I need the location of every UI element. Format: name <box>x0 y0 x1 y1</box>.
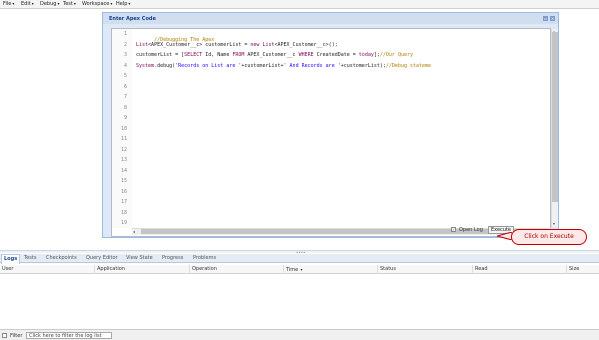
open-log-label: Open Log <box>459 227 483 233</box>
tab-progress[interactable]: Progress <box>160 254 185 263</box>
column-header-operation[interactable]: Operation <box>189 265 217 274</box>
filter-bar: Filter Click here to filter the log list <box>0 329 599 340</box>
menu-help-label: Help <box>116 1 128 7</box>
chevron-down-icon: ▾ <box>128 1 131 6</box>
menu-help[interactable]: Help▾ <box>116 1 130 7</box>
tab-checkpoints[interactable]: Checkpoints <box>44 254 79 263</box>
line-number: 5 <box>123 73 127 79</box>
line-number: 8 <box>123 104 127 111</box>
sort-desc-icon: ▾ <box>299 267 303 272</box>
code-line-3: customerList = [SELECT Id, Name FROM APE… <box>136 52 413 58</box>
line-number: 1 <box>123 31 127 37</box>
menu-test[interactable]: Test▾ <box>63 1 76 7</box>
filter-label: Filter <box>10 333 23 339</box>
apex-code-modal: Enter Apex Code ▫ × 1 2 3 4 5 6 7 8 9 10… <box>102 12 559 238</box>
code-comment: //Debug stateme <box>385 62 432 69</box>
column-header-time-label: Time <box>286 267 299 273</box>
code-text: APEX_Customer__c <box>244 52 299 58</box>
bottom-tab-bar: Logs Tests Checkpoints Query Editor View… <box>0 254 599 264</box>
line-number: 15 <box>120 178 127 184</box>
code-string: 'Records on List are ' <box>175 62 242 69</box>
code-type: List <box>259 41 275 48</box>
column-header-status[interactable]: Status <box>377 265 396 274</box>
code-keyword: FROM <box>232 52 245 58</box>
menu-edit-label: Edit <box>21 1 31 7</box>
menu-bar: File▾ Edit▾ Debug▾ Test▾ Workspace▾ Help… <box>0 0 599 9</box>
menu-workspace-label: Workspace <box>82 1 110 7</box>
vertical-scroll-thumb[interactable] <box>552 32 558 202</box>
line-number: 16 <box>120 188 127 195</box>
scroll-down-icon[interactable]: ▾ <box>553 221 555 226</box>
code-text: Id, Name <box>202 52 233 58</box>
menu-workspace[interactable]: Workspace▾ <box>82 1 112 7</box>
open-log-checkbox[interactable]: ✓ <box>451 227 456 232</box>
tab-query-editor[interactable]: Query Editor <box>84 254 120 263</box>
chevron-down-icon: ▾ <box>110 1 113 6</box>
tab-view-state[interactable]: View State <box>124 254 155 263</box>
tab-logs[interactable]: Logs <box>1 254 21 264</box>
code-text: <APEX_Customer__c>(); <box>274 41 338 48</box>
code-text: customerList = [ <box>136 52 185 58</box>
code-text: +customerList+ <box>241 62 284 69</box>
line-number: 13 <box>120 157 127 163</box>
callout-pointer <box>497 232 512 240</box>
line-number: 17 <box>120 199 127 205</box>
menu-file[interactable]: File▾ <box>3 1 14 7</box>
code-text: .debug( <box>154 62 176 69</box>
modal-title: Enter Apex Code <box>109 16 156 22</box>
line-number: 18 <box>120 209 127 216</box>
code-line-4: System.debug('Records on List are '+cust… <box>136 63 431 69</box>
code-type: System <box>136 62 155 69</box>
line-number: 14 <box>120 167 127 174</box>
line-number: 9 <box>123 115 127 121</box>
line-number: 2 <box>123 41 127 48</box>
line-number: 3 <box>123 52 127 58</box>
code-text: +customerList); <box>340 62 386 69</box>
column-header-read[interactable]: Read <box>472 265 488 274</box>
modal-header[interactable]: Enter Apex Code ▫ × <box>103 13 558 24</box>
maximize-icon[interactable]: ▫ <box>543 16 548 21</box>
filter-checkbox[interactable] <box>2 333 7 338</box>
code-keyword: SELECT <box>184 52 203 58</box>
menu-test-label: Test <box>63 1 73 7</box>
chevron-down-icon: ▾ <box>31 1 34 6</box>
menu-file-label: File <box>3 1 12 7</box>
tab-problems[interactable]: Problems <box>191 254 218 263</box>
column-header-time[interactable]: Time ▾ <box>283 265 303 274</box>
tab-tests[interactable]: Tests <box>22 254 38 263</box>
menu-debug[interactable]: Debug▾ <box>40 1 59 7</box>
code-keyword: WHERE <box>298 52 314 58</box>
code-line-2: List<APEX_Customer__c> customerList = ne… <box>136 42 338 48</box>
code-editor[interactable]: 1 2 3 4 5 6 7 8 9 10 11 12 13 14 15 16 1… <box>111 28 558 237</box>
line-number: 11 <box>120 136 127 142</box>
column-header-size[interactable]: Size <box>566 265 579 274</box>
column-header-application[interactable]: Application <box>94 265 125 274</box>
column-header-user[interactable]: User <box>0 265 13 274</box>
code-text: <APEX_Customer__c> customerList = <box>148 41 251 48</box>
code-text: CreatedDate = <box>313 52 359 58</box>
scroll-left-icon[interactable]: ◂ <box>133 229 135 234</box>
line-number: 4 <box>123 62 127 69</box>
code-comment: //Our Query <box>379 52 414 58</box>
menu-debug-label: Debug <box>40 1 57 7</box>
close-icon[interactable]: × <box>550 16 555 21</box>
log-table-header: User Application Operation Time ▾ Status… <box>0 265 599 274</box>
line-number: 6 <box>123 83 127 90</box>
menu-edit[interactable]: Edit▾ <box>21 1 34 7</box>
line-number: 10 <box>120 125 127 132</box>
callout-label: Click on Execute <box>511 229 587 245</box>
code-keyword: today <box>358 52 374 58</box>
chevron-down-icon: ▾ <box>12 1 15 6</box>
chevron-down-icon: ▾ <box>57 1 60 6</box>
code-type: List <box>136 41 149 48</box>
filter-input[interactable]: Click here to filter the log list <box>26 332 112 339</box>
code-string: ' And Records are ' <box>283 62 341 69</box>
line-number-gutter: 1 2 3 4 5 6 7 8 9 10 11 12 13 14 15 16 1… <box>112 29 132 228</box>
line-number: 12 <box>120 146 127 153</box>
chevron-down-icon: ▾ <box>73 1 76 6</box>
line-number: 7 <box>123 94 127 100</box>
line-number: 19 <box>120 220 127 226</box>
